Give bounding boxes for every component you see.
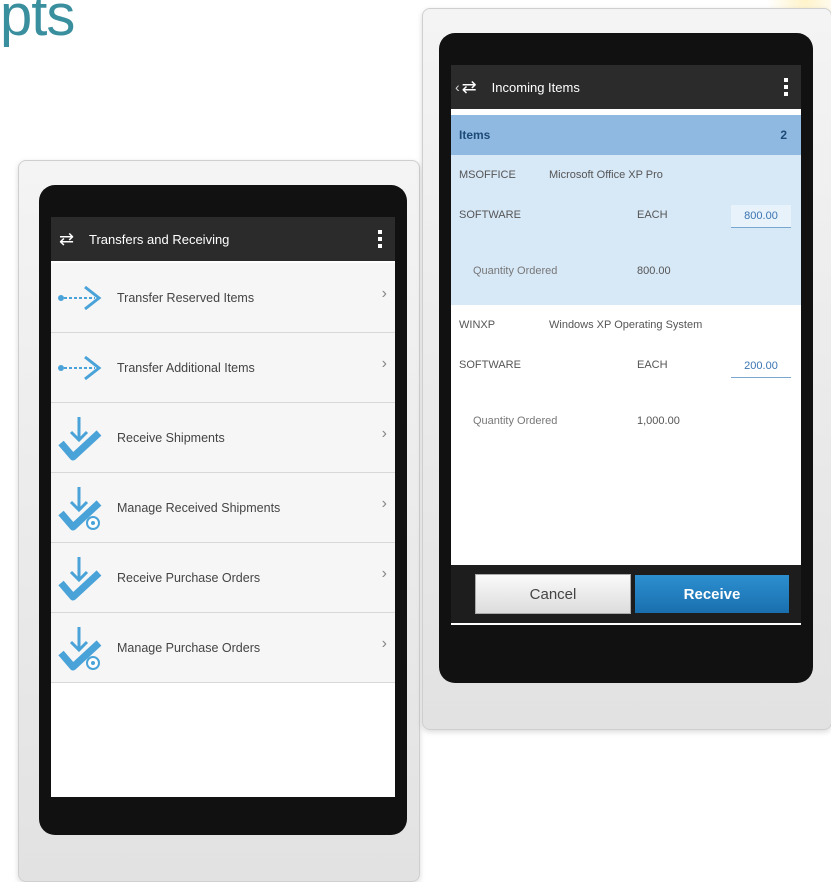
menu-item-transfer-additional[interactable]: Transfer Additional Items › <box>51 333 395 403</box>
slide-heading: pts <box>0 0 75 48</box>
left-phone: ⇄ Transfers and Receiving Transfer Reser… <box>18 160 420 882</box>
menu-item-label: Transfer Additional Items <box>117 360 255 375</box>
quantity-ordered-value: 1,000.00 <box>637 415 680 427</box>
item-uom: EACH <box>637 209 668 221</box>
menu-item-label: Receive Purchase Orders <box>117 570 261 585</box>
menu-item-label: Manage Purchase Orders <box>117 640 261 655</box>
transfer-icon[interactable]: ⇄ <box>59 228 81 250</box>
receive-quantity-field[interactable]: 800.00 <box>731 205 791 228</box>
receive-check-gear-icon <box>58 486 102 530</box>
item-description: Windows XP Operating System <box>549 319 703 331</box>
menu-item-label: Transfer Reserved Items <box>117 290 255 305</box>
menu-item-label: Manage Received Shipments <box>117 500 281 515</box>
menu-item-manage-purchase-orders[interactable]: Manage Purchase Orders › <box>51 613 395 683</box>
receive-quantity-field[interactable]: 200.00 <box>731 355 791 378</box>
items-section-header: Items 2 <box>451 115 801 155</box>
right-phone: ‹ ⇄ Incoming Items Items 2 MSOFFICE Micr… <box>422 8 831 730</box>
receive-check-gear-icon <box>58 626 102 670</box>
overflow-menu-icon[interactable] <box>377 229 383 249</box>
chevron-right-icon: › <box>381 635 387 652</box>
chevron-right-icon: › <box>381 565 387 582</box>
right-action-bar: ‹ ⇄ Incoming Items <box>451 65 801 109</box>
arrow-right-icon <box>58 355 102 380</box>
item-category: SOFTWARE <box>459 209 521 221</box>
left-action-bar: ⇄ Transfers and Receiving <box>51 217 395 261</box>
quantity-ordered-label: Quantity Ordered <box>473 265 558 277</box>
arrow-right-icon <box>58 285 102 310</box>
left-phone-screen: ⇄ Transfers and Receiving Transfer Reser… <box>39 185 407 835</box>
item-code: WINXP <box>459 319 496 331</box>
items-header-label: Items <box>459 128 491 142</box>
menu-item-manage-received-shipments[interactable]: Manage Received Shipments › <box>51 473 395 543</box>
transfer-icon[interactable]: ⇄ <box>462 76 484 98</box>
right-phone-screen: ‹ ⇄ Incoming Items Items 2 MSOFFICE Micr… <box>439 33 813 683</box>
menu-item-receive-shipments[interactable]: Receive Shipments › <box>51 403 395 473</box>
quantity-ordered-value: 800.00 <box>637 265 671 277</box>
menu-item-label: Receive Shipments <box>117 430 225 445</box>
action-button-bar: Cancel Receive <box>451 565 801 623</box>
overflow-menu-icon[interactable] <box>783 77 789 97</box>
left-title: Transfers and Receiving <box>89 231 230 247</box>
quantity-ordered-label: Quantity Ordered <box>473 415 558 427</box>
item-uom: EACH <box>637 359 668 371</box>
transfers-menu-list: Transfer Reserved Items › Transfer Addit… <box>51 263 395 683</box>
incoming-item-row[interactable]: MSOFFICE Microsoft Office XP Pro SOFTWAR… <box>451 155 801 305</box>
menu-item-transfer-reserved[interactable]: Transfer Reserved Items › <box>51 263 395 333</box>
back-chevron-icon[interactable]: ‹ <box>455 79 460 95</box>
left-display: ⇄ Transfers and Receiving Transfer Reser… <box>51 217 395 797</box>
item-description: Microsoft Office XP Pro <box>549 169 663 181</box>
item-code: MSOFFICE <box>459 169 516 181</box>
receive-check-icon <box>58 416 102 460</box>
item-category: SOFTWARE <box>459 359 521 371</box>
chevron-right-icon: › <box>381 355 387 372</box>
receive-check-icon <box>58 556 102 600</box>
cancel-button[interactable]: Cancel <box>475 574 631 614</box>
items-count: 2 <box>780 128 787 142</box>
right-title: Incoming Items <box>491 79 580 95</box>
chevron-right-icon: › <box>381 495 387 512</box>
chevron-right-icon: › <box>381 425 387 442</box>
chevron-right-icon: › <box>381 285 387 302</box>
right-display: ‹ ⇄ Incoming Items Items 2 MSOFFICE Micr… <box>451 65 801 625</box>
menu-item-receive-purchase-orders[interactable]: Receive Purchase Orders › <box>51 543 395 613</box>
receive-button[interactable]: Receive <box>635 575 789 613</box>
incoming-item-row[interactable]: WINXP Windows XP Operating System SOFTWA… <box>451 305 801 465</box>
